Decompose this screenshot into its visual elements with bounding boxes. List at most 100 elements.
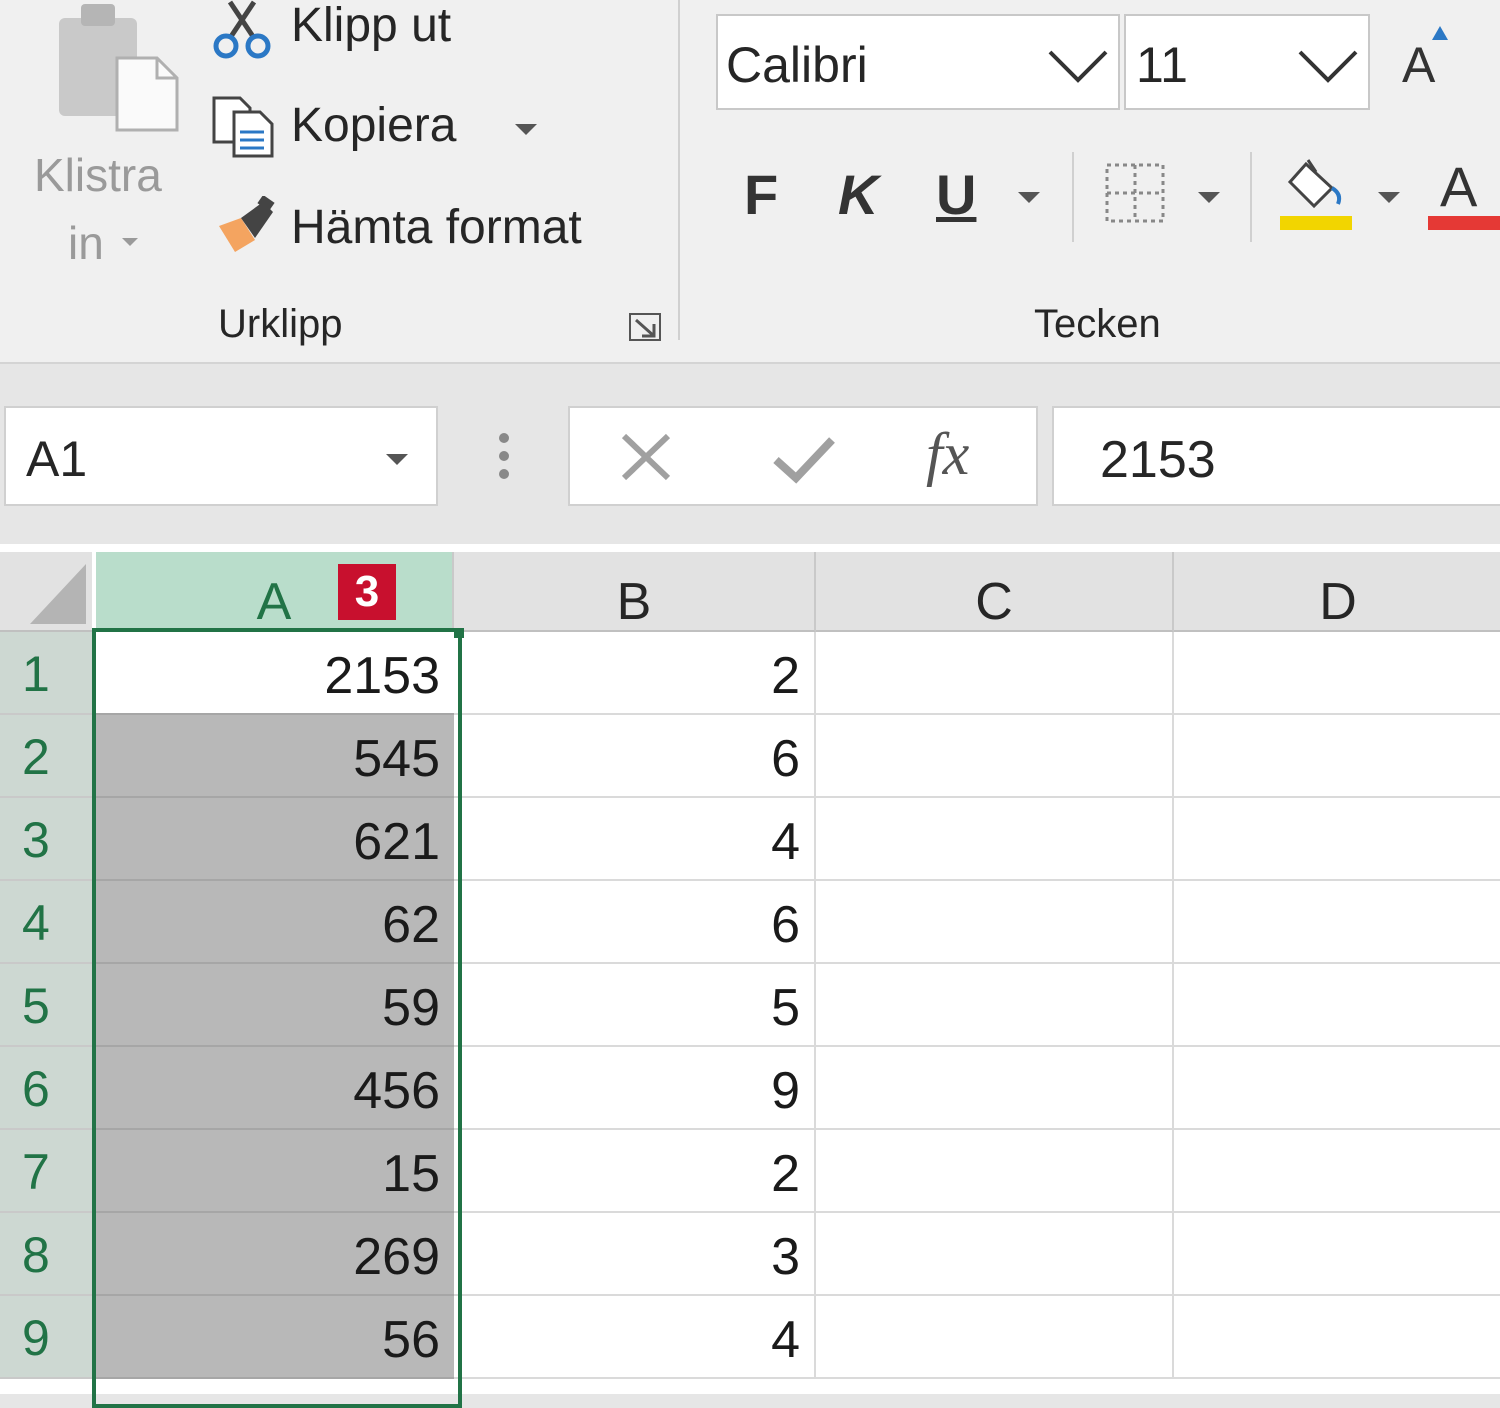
copy-dropdown-icon[interactable]	[515, 124, 537, 135]
step-badge-number: 3	[354, 567, 380, 616]
grip-icon[interactable]	[494, 432, 514, 482]
paste-button[interactable]: Klistra in	[30, 0, 180, 280]
chevron-down-icon[interactable]	[1298, 48, 1358, 84]
cell-c7[interactable]	[816, 1130, 1174, 1213]
selection-border	[92, 628, 462, 1408]
font-color-button[interactable]: A	[1428, 150, 1500, 232]
enter-check-icon[interactable]	[772, 434, 836, 484]
cell-b7[interactable]: 2	[454, 1130, 816, 1213]
format-painter-button[interactable]: Hämta format	[205, 192, 635, 267]
cell-c2[interactable]	[816, 715, 1174, 798]
italic-button[interactable]: K	[838, 162, 878, 227]
cut-label: Klipp ut	[291, 0, 452, 52]
column-header-b[interactable]: B	[454, 552, 816, 632]
bold-button[interactable]: F	[744, 162, 778, 227]
select-all-button[interactable]	[0, 552, 92, 632]
row-header[interactable]: 1	[0, 632, 92, 715]
insert-function-icon[interactable]: fx	[926, 420, 969, 489]
formula-bar: A1 fx 2153	[0, 364, 1500, 544]
cell-b6[interactable]: 9	[454, 1047, 816, 1130]
cell-d6[interactable]	[1174, 1047, 1500, 1130]
row-header[interactable]: 7	[0, 1130, 92, 1213]
formula-buttons: fx	[568, 406, 1038, 506]
cut-button[interactable]: Klipp ut	[205, 0, 505, 70]
cell-b5[interactable]: 5	[454, 964, 816, 1047]
row-header[interactable]: 8	[0, 1213, 92, 1296]
font-name-value: Calibri	[726, 37, 868, 93]
column-header-c[interactable]: C	[816, 552, 1174, 632]
row-header[interactable]: 4	[0, 881, 92, 964]
cell-c3[interactable]	[816, 798, 1174, 881]
font-group-label: Tecken	[1034, 302, 1161, 346]
column-label: D	[1319, 573, 1357, 631]
underline-button[interactable]: U	[936, 162, 976, 227]
copy-button[interactable]: Kopiera	[205, 90, 555, 165]
select-all-triangle-icon	[30, 564, 86, 624]
group-separator	[678, 0, 680, 340]
copy-label: Kopiera	[291, 99, 457, 152]
name-box-value: A1	[26, 431, 88, 487]
button-separator	[1072, 152, 1074, 242]
cell-c5[interactable]	[816, 964, 1174, 1047]
underline-dropdown-icon[interactable]	[1018, 192, 1040, 203]
formula-input[interactable]: 2153	[1052, 406, 1500, 506]
column-label: B	[616, 573, 652, 631]
format-painter-icon	[219, 196, 275, 252]
step-badge: 3	[338, 564, 396, 620]
name-box-dropdown-icon[interactable]	[386, 454, 408, 465]
cancel-icon[interactable]	[618, 432, 674, 482]
paste-label: Klistra	[34, 149, 162, 201]
arrow-up-icon	[1432, 26, 1448, 40]
grow-font-label: A	[1402, 37, 1436, 93]
cell-c1[interactable]	[816, 632, 1174, 715]
cell-c9[interactable]	[816, 1296, 1174, 1379]
name-box[interactable]: A1	[4, 406, 438, 506]
font-size-combo[interactable]: 11	[1124, 14, 1370, 110]
fill-color-swatch	[1280, 216, 1352, 230]
ribbon: Klistra in Klipp ut Kopiera Hämta format…	[0, 0, 1500, 364]
grow-font-button[interactable]: A	[1396, 20, 1456, 100]
row-header[interactable]: 9	[0, 1296, 92, 1379]
cell-b9[interactable]: 4	[454, 1296, 816, 1379]
cell-b4[interactable]: 6	[454, 881, 816, 964]
row-header[interactable]: 2	[0, 715, 92, 798]
format-painter-label: Hämta format	[291, 201, 582, 254]
borders-icon[interactable]	[1104, 162, 1166, 224]
column-header-a[interactable]: A	[96, 552, 454, 632]
scissors-icon	[213, 0, 271, 59]
row-header[interactable]: 3	[0, 798, 92, 881]
copy-icon	[212, 96, 274, 158]
font-size-value: 11	[1136, 37, 1188, 93]
cell-c6[interactable]	[816, 1047, 1174, 1130]
cell-d1[interactable]	[1174, 632, 1500, 715]
borders-dropdown-icon[interactable]	[1198, 192, 1220, 203]
row-header[interactable]: 6	[0, 1047, 92, 1130]
cell-b2[interactable]: 6	[454, 715, 816, 798]
column-header-d[interactable]: D	[1174, 552, 1500, 632]
column-label: C	[975, 573, 1013, 631]
clipboard-group-label: Urklipp	[218, 302, 343, 346]
row-header[interactable]: 5	[0, 964, 92, 1047]
cell-b1[interactable]: 2	[454, 632, 816, 715]
paste-label-line2: in	[68, 217, 104, 269]
fill-handle[interactable]	[454, 628, 464, 638]
cell-b3[interactable]: 4	[454, 798, 816, 881]
cell-d3[interactable]	[1174, 798, 1500, 881]
fill-color-dropdown-icon[interactable]	[1378, 192, 1400, 203]
cell-d8[interactable]	[1174, 1213, 1500, 1296]
cell-d2[interactable]	[1174, 715, 1500, 798]
dialog-launcher-icon[interactable]	[628, 312, 664, 344]
cell-d7[interactable]	[1174, 1130, 1500, 1213]
font-name-combo[interactable]: Calibri	[716, 14, 1120, 110]
chevron-down-icon[interactable]	[1048, 48, 1108, 84]
cell-d5[interactable]	[1174, 964, 1500, 1047]
cell-d9[interactable]	[1174, 1296, 1500, 1379]
clipboard-icon	[59, 4, 179, 132]
cell-b8[interactable]: 3	[454, 1213, 816, 1296]
fill-color-button[interactable]	[1280, 156, 1354, 232]
paint-bucket-icon	[1287, 159, 1342, 209]
cell-c8[interactable]	[816, 1213, 1174, 1296]
column-label: A	[256, 573, 292, 631]
cell-c4[interactable]	[816, 881, 1174, 964]
cell-d4[interactable]	[1174, 881, 1500, 964]
